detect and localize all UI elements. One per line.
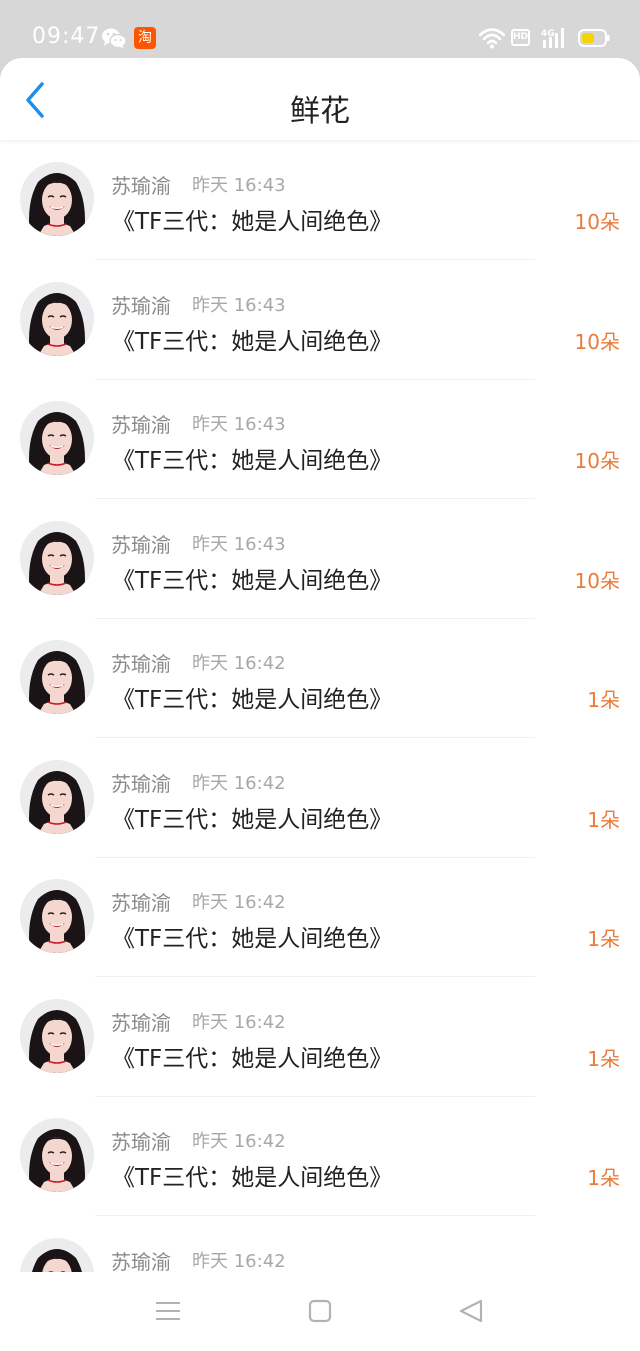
- avatar-photo: [20, 1237, 94, 1272]
- network-type-label: 4G: [541, 29, 555, 39]
- avatar-photo: [20, 640, 94, 714]
- flower-count: 1朵: [587, 1166, 620, 1190]
- flower-count: 10朵: [574, 449, 620, 473]
- user-avatar[interactable]: [20, 162, 94, 236]
- system-navigation-bar: [0, 1272, 640, 1351]
- avatar-photo: [20, 281, 94, 356]
- book-title: 《TF三代：她是人间绝色》: [112, 1045, 393, 1072]
- sender-name: 苏瑜渝: [111, 771, 171, 796]
- battery-icon: [578, 29, 610, 47]
- gift-record-row[interactable]: 苏瑜渝 昨天 16:42 《TF三代：她是人间绝色》 1朵: [0, 738, 640, 858]
- gift-record-row[interactable]: 苏瑜渝 昨天 16:43 《TF三代：她是人间绝色》 10朵: [0, 260, 640, 380]
- gift-time: 昨天 16:42: [192, 653, 286, 674]
- book-title: 《TF三代：她是人间绝色》: [112, 687, 393, 713]
- nav-back-button[interactable]: [457, 1298, 485, 1324]
- user-avatar[interactable]: [20, 998, 94, 1073]
- sender-name: 苏瑜渝: [111, 1010, 171, 1035]
- user-avatar[interactable]: [20, 1237, 94, 1272]
- gift-record-row[interactable]: 苏瑜渝 昨天 16:43 《TF三代：她是人间绝色》 10朵: [0, 379, 640, 499]
- gift-time: 昨天 16:43: [192, 533, 286, 555]
- wechat-icon: [102, 28, 127, 49]
- gift-time: 昨天 16:43: [192, 414, 286, 435]
- hd-icon: HD: [511, 29, 530, 46]
- sender-name: 苏瑜渝: [111, 293, 171, 318]
- user-avatar[interactable]: [20, 1118, 94, 1192]
- nav-home-button[interactable]: [307, 1298, 333, 1324]
- book-title: 《TF三代：她是人间绝色》: [112, 209, 393, 235]
- sender-name: 苏瑜渝: [111, 532, 171, 557]
- book-title: 《TF三代：她是人间绝色》: [112, 328, 393, 355]
- gift-record-row[interactable]: 苏瑜渝 昨天 16:42 《TF三代：她是人间绝色》 1朵: [0, 618, 640, 738]
- flower-count: 10朵: [574, 210, 620, 234]
- flower-count: 1朵: [587, 1046, 620, 1071]
- book-title: 《TF三代：她是人间绝色》: [112, 567, 393, 594]
- book-title: 《TF三代：她是人间绝色》: [112, 806, 393, 833]
- page-title: 鲜花: [290, 94, 350, 129]
- gift-record-row[interactable]: 苏瑜渝 昨天 16:42: [0, 1216, 640, 1273]
- gift-time: 昨天 16:43: [192, 175, 286, 196]
- avatar-photo: [20, 401, 94, 475]
- avatar-photo: [20, 1118, 94, 1192]
- gift-record-row[interactable]: 苏瑜渝 昨天 16:43 《TF三代：她是人间绝色》 10朵: [0, 499, 640, 619]
- taobao-icon: 淘: [134, 27, 156, 49]
- status-time: 09:47: [32, 24, 101, 49]
- home-square-icon: [308, 1299, 332, 1323]
- menu-icon: [156, 1302, 180, 1320]
- gift-record-row[interactable]: 苏瑜渝 昨天 16:42 《TF三代：她是人间绝色》 1朵: [0, 1096, 640, 1216]
- gift-record-list[interactable]: 苏瑜渝 昨天 16:43 《TF三代：她是人间绝色》 10朵 苏瑜渝 昨天 16:43 《T…: [0, 140, 640, 1272]
- flower-count: 10朵: [574, 568, 620, 593]
- top-app-bar: 鲜花: [0, 58, 640, 140]
- user-avatar[interactable]: [20, 640, 94, 714]
- flower-count: 10朵: [574, 329, 620, 354]
- user-avatar[interactable]: [20, 281, 94, 356]
- gift-time: 昨天 16:42: [192, 772, 286, 794]
- signal-icon: 4G: [541, 28, 564, 48]
- sender-name: 苏瑜渝: [111, 413, 171, 437]
- sender-name: 苏瑜渝: [111, 1130, 171, 1154]
- sender-name: 苏瑜渝: [111, 174, 171, 198]
- user-avatar[interactable]: [20, 879, 94, 953]
- gift-time: 昨天 16:42: [192, 1131, 286, 1152]
- book-title: 《TF三代：她是人间绝色》: [112, 1165, 393, 1191]
- gift-time: 昨天 16:42: [192, 892, 286, 913]
- gift-time: 昨天 16:43: [192, 294, 286, 316]
- sender-name: 苏瑜渝: [111, 1249, 171, 1273]
- user-avatar[interactable]: [20, 520, 94, 595]
- flower-count: 1朵: [587, 688, 620, 712]
- avatar-photo: [20, 879, 94, 953]
- gift-record-row[interactable]: 苏瑜渝 昨天 16:42 《TF三代：她是人间绝色》 1朵: [0, 857, 640, 977]
- gift-time: 昨天 16:42: [192, 1011, 286, 1033]
- wifi-icon: [479, 28, 505, 49]
- user-avatar[interactable]: [20, 759, 94, 834]
- app-screen: 09:47 淘 HD 4G 鲜花 苏瑜渝 昨天 16:43 《TF三代：她是人间…: [0, 0, 640, 1351]
- avatar-photo: [20, 759, 94, 834]
- flower-count: 1朵: [587, 927, 620, 951]
- back-triangle-icon: [459, 1299, 483, 1323]
- nav-menu-button[interactable]: [154, 1299, 182, 1323]
- book-title: 《TF三代：她是人间绝色》: [112, 926, 393, 952]
- flower-count: 1朵: [587, 807, 620, 832]
- user-avatar[interactable]: [20, 401, 94, 475]
- avatar-photo: [20, 520, 94, 595]
- gift-record-row[interactable]: 苏瑜渝 昨天 16:43 《TF三代：她是人间绝色》 10朵: [0, 140, 640, 260]
- avatar-photo: [20, 998, 94, 1073]
- book-title: 《TF三代：她是人间绝色》: [112, 448, 393, 474]
- gift-time: 昨天 16:42: [192, 1250, 286, 1272]
- sender-name: 苏瑜渝: [111, 891, 171, 915]
- gift-record-row[interactable]: 苏瑜渝 昨天 16:42 《TF三代：她是人间绝色》 1朵: [0, 977, 640, 1097]
- sender-name: 苏瑜渝: [111, 652, 171, 676]
- avatar-photo: [20, 162, 94, 236]
